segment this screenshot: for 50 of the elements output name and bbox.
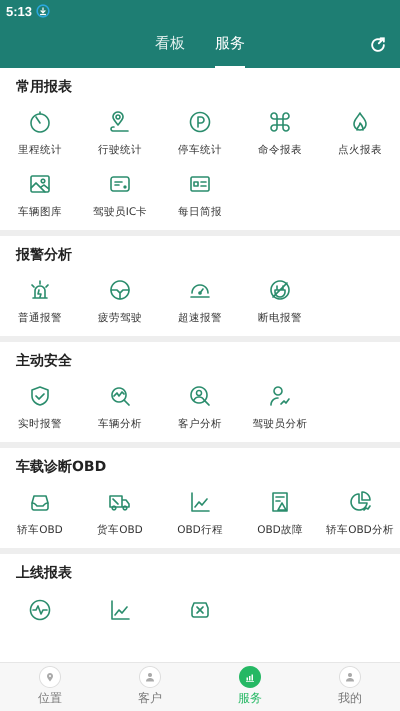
item-label[interactable]: 疲劳驾驶 (98, 311, 142, 325)
parking-icon[interactable] (188, 110, 212, 134)
pulse-icon[interactable] (28, 598, 52, 622)
item-label[interactable]: 命令报表 (258, 143, 302, 157)
timer-icon[interactable] (28, 110, 52, 134)
plug-off-icon[interactable] (268, 278, 292, 302)
nav-item[interactable]: 客户 (100, 663, 200, 711)
section-title: 上线报表 (15, 564, 73, 582)
item-label[interactable]: OBD行程 (177, 523, 223, 537)
item-label[interactable]: 客户分析 (178, 417, 222, 431)
item-label[interactable]: 断电报警 (258, 311, 302, 325)
section-title: 主动安全 (15, 352, 73, 370)
nav-item[interactable]: 位置 (0, 663, 100, 711)
item-label[interactable]: 驾驶员分析 (252, 417, 308, 431)
section-title: 常用报表 (15, 78, 73, 96)
command-icon[interactable] (268, 110, 292, 134)
steering-wheel-icon[interactable] (108, 278, 132, 302)
image-icon[interactable] (28, 172, 52, 196)
person-icon (344, 671, 356, 683)
line-chart-icon[interactable] (188, 490, 212, 514)
item-label[interactable]: 轿车OBD分析 (326, 523, 394, 537)
section-title: 报警分析 (14, 246, 73, 264)
item-label[interactable]: 超速报警 (178, 311, 222, 325)
item-label[interactable]: OBD故障 (257, 523, 303, 537)
item-label[interactable]: 车辆分析 (98, 417, 142, 431)
chart-search-icon[interactable] (108, 384, 132, 408)
nav-item[interactable]: 我的 (300, 663, 400, 711)
refresh-icon[interactable] (368, 35, 388, 55)
item-label[interactable]: 行驶统计 (98, 143, 142, 157)
section-title: 车载诊断OBD (15, 458, 108, 476)
item-label[interactable]: 实时报警 (18, 417, 62, 431)
item-label[interactable]: 普通报警 (18, 311, 62, 325)
user-chart-icon[interactable] (268, 384, 292, 408)
item-label[interactable]: 里程统计 (18, 143, 62, 157)
location-pin-icon (44, 671, 56, 683)
item-label[interactable]: 轿车OBD (17, 523, 63, 537)
shield-check-icon[interactable] (28, 384, 52, 408)
item-label[interactable]: 点火报表 (338, 143, 382, 157)
tab[interactable]: 看板 (155, 22, 185, 68)
download-icon (36, 4, 50, 18)
status-time: 5:13 (6, 4, 32, 18)
user-search-icon[interactable] (188, 384, 212, 408)
item-label[interactable]: 车辆图库 (18, 205, 62, 219)
item-label[interactable]: 货车OBD (97, 523, 143, 537)
pie-chart-icon[interactable] (348, 490, 372, 514)
item-label[interactable]: 每日简报 (178, 205, 222, 219)
item-label[interactable]: 驾驶员IC卡 (92, 205, 148, 219)
item-label[interactable]: 停车统计 (178, 143, 222, 157)
line-chart-icon[interactable] (108, 598, 132, 622)
person-icon (144, 671, 156, 683)
